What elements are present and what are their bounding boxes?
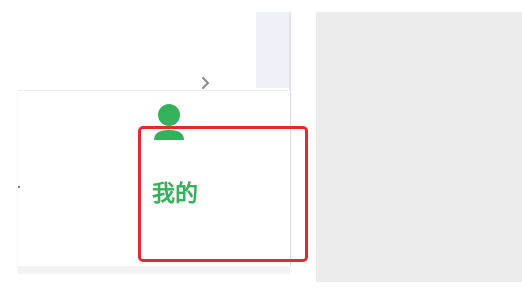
tab-me-label: 我的 bbox=[152, 181, 198, 207]
app-screen: 我的 bbox=[0, 0, 522, 290]
user-icon bbox=[152, 104, 186, 144]
top-card bbox=[0, 12, 292, 88]
tab-me[interactable]: 我的 bbox=[138, 104, 310, 264]
tabbar-bottom-edge bbox=[18, 266, 290, 274]
dot-mark bbox=[18, 186, 20, 188]
top-card-strip bbox=[256, 12, 290, 88]
right-panel bbox=[316, 12, 522, 282]
chevron-right-icon[interactable] bbox=[200, 74, 212, 89]
